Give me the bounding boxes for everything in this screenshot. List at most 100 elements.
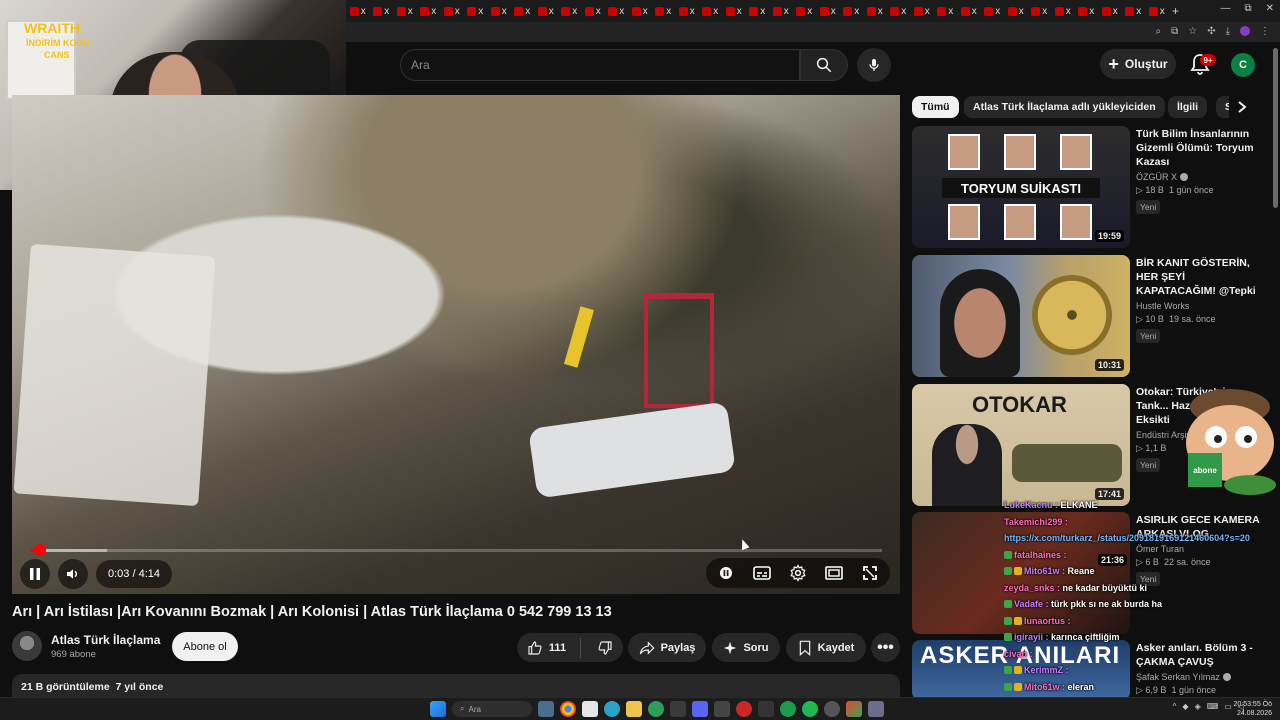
browser-tab[interactable]: x xyxy=(464,2,488,20)
taskbar-search[interactable]: ⌕ Ara xyxy=(452,701,532,717)
widgets-icon[interactable] xyxy=(538,701,554,717)
tab-close-icon[interactable]: x xyxy=(925,6,930,17)
browser-tab[interactable]: x xyxy=(1028,2,1052,20)
browser-tab[interactable]: x xyxy=(934,2,958,20)
tab-close-icon[interactable]: x xyxy=(948,6,953,17)
tab-close-icon[interactable]: x xyxy=(643,6,648,17)
tab-close-icon[interactable]: x xyxy=(361,6,366,17)
progress-scrubber[interactable] xyxy=(34,544,46,556)
settings-button[interactable] xyxy=(782,559,814,587)
tab-close-icon[interactable]: x xyxy=(1042,6,1047,17)
network-icon[interactable]: ▭ xyxy=(1224,702,1232,711)
folder-icon[interactable] xyxy=(626,701,642,717)
tray-app-icon[interactable]: ◆ xyxy=(1182,702,1188,711)
subtitles-button[interactable] xyxy=(746,559,778,587)
progress-bar[interactable] xyxy=(30,549,882,552)
app-icon[interactable] xyxy=(714,701,730,717)
tab-close-icon[interactable]: x xyxy=(408,6,413,17)
tab-close-icon[interactable]: x xyxy=(713,6,718,17)
more-actions-button[interactable]: ••• xyxy=(871,633,900,662)
browser-tab[interactable]: x xyxy=(581,2,605,20)
tab-close-icon[interactable]: x xyxy=(549,6,554,17)
language-indicator-icon[interactable]: ⌨ xyxy=(1207,702,1219,711)
rec-thumbnail-1[interactable]: TORYUM SUİKASTI 19:59 xyxy=(912,126,1130,248)
tab-close-icon[interactable]: x xyxy=(619,6,624,17)
channel-avatar[interactable] xyxy=(12,631,42,661)
close-window-icon[interactable]: ✕ xyxy=(1266,3,1274,14)
tab-close-icon[interactable]: x xyxy=(784,6,789,17)
filter-chip[interactable]: Atlas Türk İlaçlama adlı yükleyiciden xyxy=(964,96,1165,118)
browser-tab[interactable]: x xyxy=(722,2,746,20)
browser-tab[interactable]: x xyxy=(769,2,793,20)
browser-tab[interactable]: x xyxy=(746,2,770,20)
save-button[interactable]: Kaydet xyxy=(786,633,866,662)
rec-title[interactable]: Türk Bilim İnsanlarının Gizemli Ölümü: T… xyxy=(1136,127,1264,169)
dislike-button[interactable] xyxy=(587,640,613,656)
tab-close-icon[interactable]: x xyxy=(431,6,436,17)
browser-tab[interactable]: x xyxy=(628,2,652,20)
video-player[interactable]: 0:03 / 4:14 xyxy=(12,95,900,594)
browser-tab[interactable]: x xyxy=(534,2,558,20)
browser-tab[interactable]: x xyxy=(393,2,417,20)
browser-tab[interactable]: x xyxy=(675,2,699,20)
fullscreen-button[interactable] xyxy=(854,559,886,587)
chat-link[interactable]: https://x.com/turkarz_/status/2091819169… xyxy=(1004,533,1250,543)
browser-tab[interactable]: x xyxy=(440,2,464,20)
tab-close-icon[interactable]: x xyxy=(1113,6,1118,17)
search-input[interactable] xyxy=(411,58,799,72)
tab-close-icon[interactable]: x xyxy=(854,6,859,17)
record-icon[interactable] xyxy=(736,701,752,717)
rec-thumbnail-2[interactable]: 10:31 xyxy=(912,255,1130,377)
tab-close-icon[interactable]: x xyxy=(1089,6,1094,17)
pause-button[interactable] xyxy=(20,559,50,589)
profile-extension-icon[interactable] xyxy=(1240,26,1250,39)
like-button[interactable]: 111 xyxy=(527,637,582,658)
channel-name[interactable]: Atlas Türk İlaçlama xyxy=(51,633,160,647)
new-tab-button[interactable]: + xyxy=(1169,4,1183,18)
tab-close-icon[interactable]: x xyxy=(666,6,671,17)
tab-close-icon[interactable]: x xyxy=(1160,6,1165,17)
browser-tab[interactable]: x xyxy=(816,2,840,20)
tab-close-icon[interactable]: x xyxy=(572,6,577,17)
subscribe-button[interactable]: Abone ol xyxy=(172,632,238,661)
autoplay-toggle[interactable] xyxy=(710,559,742,587)
tab-close-icon[interactable]: x xyxy=(1019,6,1024,17)
browser-tab[interactable]: x xyxy=(558,2,582,20)
tab-close-icon[interactable]: x xyxy=(878,6,883,17)
browser-tab[interactable]: x xyxy=(487,2,511,20)
app-icon[interactable] xyxy=(670,701,686,717)
rec-channel[interactable]: Hustle Works xyxy=(1136,301,1189,311)
voice-search-button[interactable] xyxy=(857,48,891,82)
browser-tab[interactable]: x xyxy=(957,2,981,20)
maximize-icon[interactable]: ⧉ xyxy=(1244,3,1251,14)
page-scrollbar-thumb[interactable] xyxy=(1273,48,1278,208)
rec-channel[interactable]: ÖZGÜR X xyxy=(1136,172,1189,182)
tab-close-icon[interactable]: x xyxy=(901,6,906,17)
spotify-icon[interactable] xyxy=(802,701,818,717)
browser-tab[interactable]: x xyxy=(605,2,629,20)
browser-tab[interactable]: x xyxy=(793,2,817,20)
app-icon[interactable] xyxy=(780,701,796,717)
extension-icon[interactable]: ⧉ xyxy=(1171,26,1178,39)
theater-mode-button[interactable] xyxy=(818,559,850,587)
browser-tab[interactable]: x xyxy=(370,2,394,20)
browser-tab[interactable]: x xyxy=(840,2,864,20)
chrome-icon[interactable] xyxy=(560,701,576,717)
browser-menu-icon[interactable]: ⋮ xyxy=(1260,26,1270,39)
tab-close-icon[interactable]: x xyxy=(972,6,977,17)
tray-chevron-icon[interactable]: ^ xyxy=(1173,702,1177,711)
tab-close-icon[interactable]: x xyxy=(995,6,1000,17)
tab-close-icon[interactable]: x xyxy=(760,6,765,17)
share-button[interactable]: Paylaş xyxy=(628,633,706,662)
tab-close-icon[interactable]: x xyxy=(384,6,389,17)
tab-close-icon[interactable]: x xyxy=(737,6,742,17)
chips-next-button[interactable] xyxy=(1229,96,1255,118)
app-icon[interactable] xyxy=(846,701,862,717)
browser-tab[interactable]: x xyxy=(346,2,370,20)
search-button[interactable] xyxy=(800,49,848,81)
browser-tab[interactable]: x xyxy=(863,2,887,20)
browser-tab[interactable]: x xyxy=(1004,2,1028,20)
app-icon[interactable] xyxy=(824,701,840,717)
extensions-puzzle-icon[interactable]: ✣ xyxy=(1207,26,1215,39)
app-icon[interactable] xyxy=(582,701,598,717)
